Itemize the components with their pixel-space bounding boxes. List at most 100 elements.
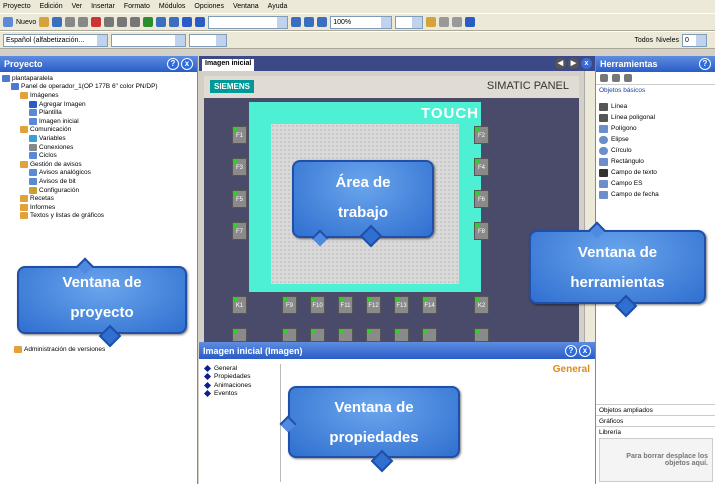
- tree-item[interactable]: Configuración: [2, 186, 195, 195]
- tree-item[interactable]: Recetas: [2, 194, 195, 203]
- tool-item[interactable]: Polígono: [596, 123, 715, 134]
- tool-item[interactable]: Rectángulo: [596, 156, 715, 167]
- tree-item[interactable]: plantaparalela: [2, 74, 195, 83]
- tree-item[interactable]: Textos y listas de gráficos: [2, 212, 195, 221]
- tree-item[interactable]: Ciclos: [2, 151, 195, 160]
- tree-item[interactable]: Avisos de bit: [2, 177, 195, 186]
- function-key[interactable]: K2: [474, 296, 489, 314]
- function-key-row2[interactable]: [366, 328, 381, 342]
- open-icon[interactable]: [39, 17, 50, 27]
- runtime-icon[interactable]: [169, 17, 180, 27]
- language-combo[interactable]: Español (alfabetización...: [3, 33, 108, 47]
- function-key[interactable]: F5: [232, 190, 247, 208]
- save-icon[interactable]: [52, 17, 63, 27]
- zoom-out-icon[interactable]: [317, 17, 328, 27]
- help-icon[interactable]: ?: [699, 58, 711, 70]
- redo-icon[interactable]: [78, 17, 89, 27]
- close-icon[interactable]: x: [581, 58, 592, 69]
- tree-item[interactable]: Gestión de avisos: [2, 160, 195, 169]
- function-key[interactable]: F13: [394, 296, 409, 314]
- function-key[interactable]: F7: [232, 222, 247, 240]
- menu-item[interactable]: Ayuda: [268, 3, 288, 10]
- tool-item[interactable]: Elipse: [596, 134, 715, 145]
- menu-item[interactable]: Formato: [124, 3, 150, 10]
- function-key[interactable]: F12: [366, 296, 381, 314]
- property-nav-item[interactable]: Propiedades: [201, 373, 280, 382]
- new-button[interactable]: Nuevo: [16, 19, 36, 26]
- close-icon[interactable]: x: [579, 344, 591, 357]
- function-key[interactable]: F1: [232, 126, 247, 144]
- tool-item[interactable]: Línea: [596, 101, 715, 112]
- tool-item[interactable]: Línea poligonal: [596, 112, 715, 123]
- tree-item[interactable]: Panel de operador_1(OP 177B 6" color PN/…: [2, 83, 195, 92]
- function-key[interactable]: K1: [232, 296, 247, 314]
- function-key[interactable]: F10: [310, 296, 325, 314]
- function-key-row2[interactable]: [282, 328, 297, 342]
- function-key[interactable]: F4: [474, 158, 489, 176]
- tools-section[interactable]: Librería: [596, 426, 715, 437]
- function-key[interactable]: F3: [232, 158, 247, 176]
- layer-combo[interactable]: [395, 15, 424, 29]
- trash-drop-area[interactable]: Para borrar desplace los objetos aquí.: [599, 438, 713, 482]
- tree-item[interactable]: Plantilla: [2, 108, 195, 117]
- find-icon[interactable]: [195, 17, 206, 27]
- tree-item[interactable]: Comunicación: [2, 126, 195, 135]
- function-key-row2[interactable]: [394, 328, 409, 342]
- tree-item[interactable]: Imagen inicial: [2, 117, 195, 126]
- function-key-row2[interactable]: [474, 328, 489, 342]
- menu-item[interactable]: Edición: [40, 3, 63, 10]
- function-key[interactable]: F8: [474, 222, 489, 240]
- font-color-icon[interactable]: [452, 17, 463, 27]
- compile-icon[interactable]: [143, 17, 154, 27]
- function-key-row2[interactable]: [232, 328, 247, 342]
- fill-color-icon[interactable]: [426, 17, 437, 27]
- close-icon[interactable]: x: [181, 58, 193, 70]
- paste-icon[interactable]: [130, 17, 141, 27]
- tab-imagen-inicial[interactable]: Imagen inicial: [202, 58, 255, 71]
- pin-icon[interactable]: [612, 74, 620, 82]
- tree-item[interactable]: Conexiones: [2, 143, 195, 152]
- menu-item[interactable]: Ver: [72, 3, 83, 10]
- basic-objects-header[interactable]: Objetos básicos: [596, 84, 715, 95]
- help-icon[interactable]: [465, 17, 476, 27]
- zoom-in-icon[interactable]: [304, 17, 315, 27]
- help-icon[interactable]: ?: [565, 344, 577, 357]
- property-nav-item[interactable]: Animaciones: [201, 381, 280, 390]
- pin-icon[interactable]: ?: [167, 58, 179, 70]
- tree-item[interactable]: Informes: [2, 203, 195, 212]
- function-key[interactable]: F9: [282, 296, 297, 314]
- function-key-row2[interactable]: [310, 328, 325, 342]
- nav-left-icon[interactable]: ◀: [555, 58, 566, 69]
- function-key[interactable]: F6: [474, 190, 489, 208]
- font-combo[interactable]: [111, 33, 186, 47]
- pointer-icon[interactable]: [600, 74, 608, 82]
- new-icon[interactable]: [3, 17, 13, 27]
- tree-item[interactable]: Avisos analógicos: [2, 169, 195, 178]
- property-nav-item[interactable]: Eventos: [201, 390, 280, 399]
- copy-icon[interactable]: [117, 17, 128, 27]
- tree-item[interactable]: Imágenes: [2, 91, 195, 100]
- menu-item[interactable]: Ventana: [233, 3, 259, 10]
- menu-item[interactable]: Opciones: [194, 3, 224, 10]
- tree-item-versions[interactable]: Administración de versiones: [14, 345, 105, 354]
- tool-item[interactable]: Círculo: [596, 145, 715, 156]
- tool-item[interactable]: Campo de texto: [596, 167, 715, 178]
- tree-item[interactable]: Variables: [2, 134, 195, 143]
- object-combo[interactable]: [208, 15, 289, 29]
- function-key[interactable]: F14: [422, 296, 437, 314]
- line-color-icon[interactable]: [439, 17, 450, 27]
- level-combo[interactable]: 0: [682, 33, 707, 47]
- tool-item[interactable]: Campo ES: [596, 178, 715, 189]
- function-key-row2[interactable]: [422, 328, 437, 342]
- zoom-fit-icon[interactable]: [291, 17, 302, 27]
- menu-item[interactable]: Proyecto: [3, 3, 31, 10]
- tree-item[interactable]: Agregar Imagen: [2, 100, 195, 109]
- nav-right-icon[interactable]: ▶: [568, 58, 579, 69]
- function-key[interactable]: F11: [338, 296, 353, 314]
- undo-icon[interactable]: [65, 17, 76, 27]
- font-size-combo[interactable]: [189, 33, 227, 47]
- menu-item[interactable]: Módulos: [159, 3, 185, 10]
- function-key[interactable]: F2: [474, 126, 489, 144]
- delete-icon[interactable]: [91, 17, 102, 27]
- tools-section[interactable]: Gráficos: [596, 415, 715, 426]
